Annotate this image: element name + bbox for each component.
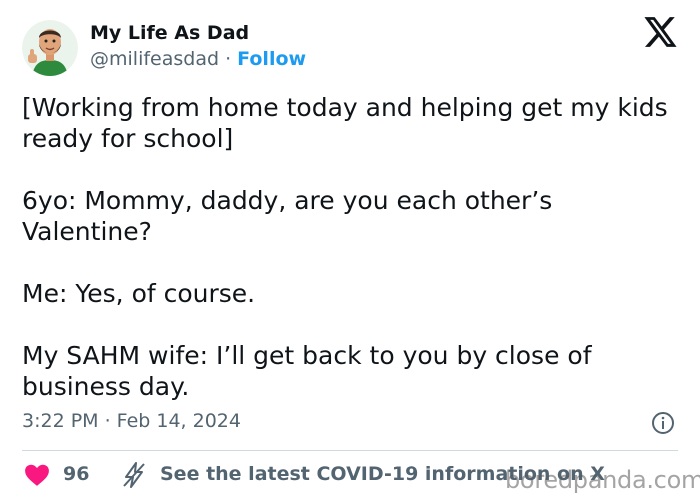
tweet-paragraph: Me: Yes, of course.: [22, 279, 256, 308]
separator-dot: ·: [225, 48, 232, 70]
info-icon[interactable]: [651, 411, 675, 435]
tweet-paragraph: [Working from home today and helping get…: [22, 93, 668, 153]
watermark: boredpanda.com: [505, 466, 700, 494]
avatar[interactable]: [22, 20, 78, 76]
author-handle[interactable]: @milifeasdad: [90, 48, 219, 70]
tweet-paragraph: My SAHM wife: I’ll get back to you by cl…: [22, 341, 592, 401]
like-count: 96: [63, 463, 90, 485]
tweet-card: My Life As Dad @milifeasdad · Follow [Wo…: [0, 0, 700, 502]
author-display-name[interactable]: My Life As Dad: [90, 22, 249, 44]
tweet-text: [Working from home today and helping get…: [22, 92, 682, 402]
divider: [22, 450, 678, 451]
tweet-timestamp[interactable]: 3:22 PM · Feb 14, 2024: [22, 410, 241, 432]
x-logo-icon[interactable]: [644, 16, 678, 48]
follow-button[interactable]: Follow: [237, 48, 306, 70]
author-handle-row: @milifeasdad · Follow: [90, 48, 306, 70]
tweet-paragraph: 6yo: Mommy, daddy, are you each other’s …: [22, 186, 553, 246]
lightning-bolt-icon: [122, 462, 146, 488]
heart-icon[interactable]: [24, 463, 50, 487]
